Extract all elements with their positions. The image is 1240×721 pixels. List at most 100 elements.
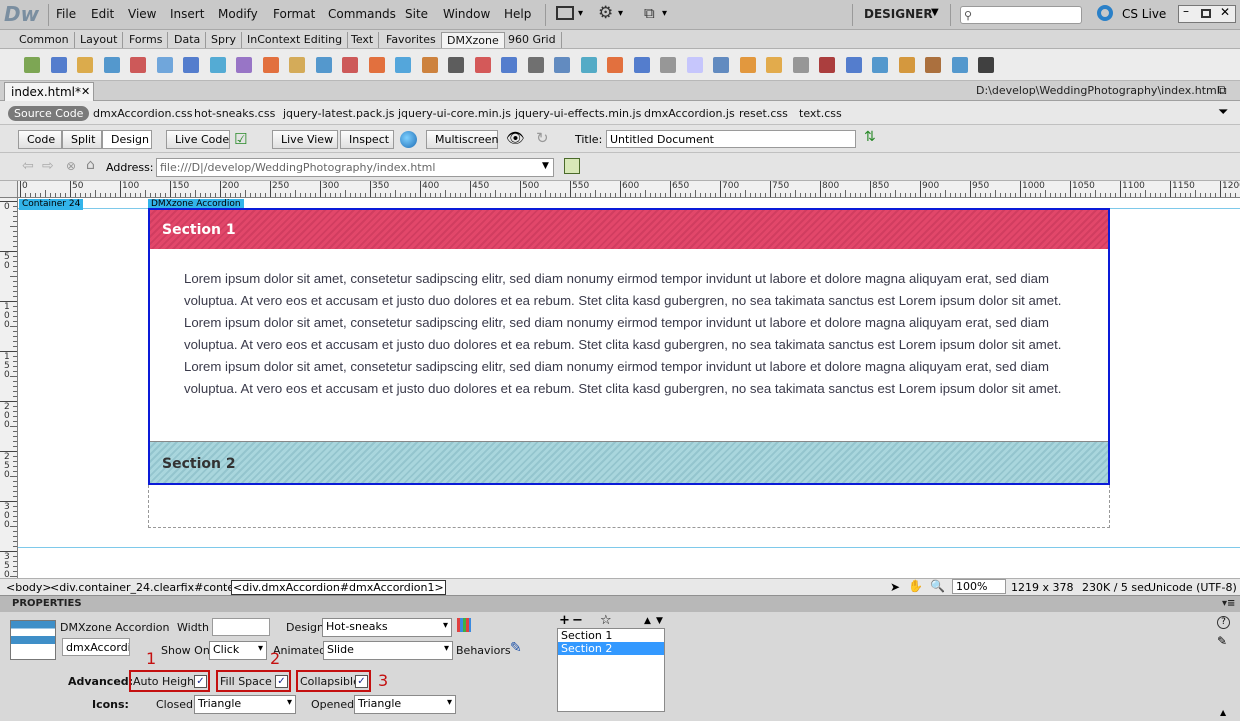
insert-object-icon[interactable] bbox=[315, 57, 332, 73]
menu-commands[interactable]: Commands bbox=[328, 7, 396, 21]
tab-common[interactable]: Common bbox=[14, 32, 75, 48]
move-down-button[interactable]: ▼ bbox=[656, 616, 663, 626]
home-icon[interactable]: ⌂ bbox=[86, 157, 95, 173]
tab-spry[interactable]: Spry bbox=[206, 32, 242, 48]
tab-960grid[interactable]: 960 Grid bbox=[503, 32, 562, 48]
insert-object-icon[interactable] bbox=[262, 57, 279, 73]
animated-select[interactable]: Slide bbox=[323, 641, 453, 660]
insert-object-icon[interactable] bbox=[24, 57, 40, 73]
tab-data[interactable]: Data bbox=[169, 32, 207, 48]
insert-object-icon[interactable] bbox=[421, 57, 438, 73]
menu-window[interactable]: Window bbox=[443, 7, 490, 21]
source-code-tab[interactable]: Source Code bbox=[8, 106, 90, 121]
collapse-icon[interactable]: ▲ bbox=[1220, 708, 1226, 717]
menu-file[interactable]: File bbox=[56, 7, 76, 21]
edit-icon[interactable]: ✎ bbox=[1217, 634, 1227, 648]
globe-icon[interactable] bbox=[400, 131, 417, 148]
close-icon[interactable]: ✕ bbox=[1220, 5, 1230, 19]
auto-height-checkbox[interactable]: ✓ bbox=[194, 675, 207, 688]
tag-accordion[interactable]: <div.dmxAccordion#dmxAccordion1> bbox=[231, 580, 446, 595]
maximize-icon[interactable] bbox=[1201, 9, 1211, 18]
insert-object-icon[interactable] bbox=[686, 57, 703, 73]
tab-forms[interactable]: Forms bbox=[124, 32, 169, 48]
menu-modify[interactable]: Modify bbox=[218, 7, 258, 21]
chevron-down-icon[interactable]: ▾ bbox=[662, 8, 667, 19]
tab-layout[interactable]: Layout bbox=[75, 32, 124, 48]
color-grid-icon[interactable] bbox=[457, 618, 471, 632]
tab-favorites[interactable]: Favorites bbox=[381, 32, 442, 48]
insert-object-icon[interactable] bbox=[103, 57, 120, 73]
tab-dmxzone[interactable]: DMXzone bbox=[441, 32, 505, 48]
insert-object-icon[interactable] bbox=[209, 57, 226, 73]
insert-object-icon[interactable] bbox=[156, 57, 173, 73]
document-tab[interactable]: index.html* ✕ bbox=[4, 82, 94, 101]
insert-object-icon[interactable] bbox=[395, 57, 411, 73]
insert-object-icon[interactable] bbox=[978, 57, 994, 73]
fill-space-checkbox[interactable]: ✓ bbox=[275, 675, 288, 688]
insert-object-icon[interactable] bbox=[527, 57, 544, 73]
insert-object-icon[interactable] bbox=[845, 57, 862, 73]
insert-object-icon[interactable] bbox=[554, 57, 570, 73]
check-page-icon[interactable]: ☑ bbox=[234, 130, 247, 148]
menu-format[interactable]: Format bbox=[273, 7, 315, 21]
insert-object-icon[interactable] bbox=[607, 57, 623, 73]
stop-icon[interactable]: ⊗ bbox=[66, 159, 76, 173]
inspect-button[interactable]: Inspect bbox=[340, 130, 394, 149]
move-up-button[interactable]: ▲ bbox=[644, 616, 651, 626]
insert-object-icon[interactable] bbox=[792, 57, 809, 73]
view-options-icon[interactable] bbox=[564, 158, 580, 174]
accordion-section-2-header[interactable]: Section 2 bbox=[150, 441, 1108, 483]
panel-menu-icon[interactable]: ▾≡ bbox=[1222, 598, 1235, 609]
related-file[interactable]: jquery-ui-core.min.js bbox=[398, 107, 511, 120]
menu-help[interactable]: Help bbox=[504, 7, 531, 21]
zoom-tool-icon[interactable]: 🔍 bbox=[930, 579, 945, 593]
multiscreen-button[interactable]: Multiscreen bbox=[426, 130, 498, 149]
insert-object-icon[interactable] bbox=[951, 57, 968, 73]
chevron-down-icon[interactable]: ▼ bbox=[931, 7, 939, 18]
zoom-select[interactable]: 100% bbox=[952, 579, 1006, 594]
minimize-icon[interactable]: – bbox=[1183, 4, 1189, 18]
select-tool-icon[interactable]: ➤ bbox=[890, 580, 900, 594]
insert-object-icon[interactable] bbox=[183, 57, 199, 73]
insert-object-icon[interactable] bbox=[342, 57, 358, 73]
site-icon[interactable]: ⧉ bbox=[644, 4, 655, 22]
cslive-label[interactable]: CS Live bbox=[1122, 7, 1166, 21]
design-view-button[interactable]: Design bbox=[102, 130, 152, 149]
insert-object-icon[interactable] bbox=[872, 57, 888, 73]
insert-object-icon[interactable] bbox=[289, 57, 305, 73]
behaviors-icon[interactable]: ✎ bbox=[510, 640, 522, 656]
related-file[interactable]: reset.css bbox=[739, 107, 788, 120]
ruler-corner[interactable] bbox=[0, 181, 18, 198]
menu-site[interactable]: Site bbox=[405, 7, 428, 21]
closed-icon-select[interactable]: Triangle bbox=[194, 695, 296, 714]
close-icon[interactable]: ✕ bbox=[81, 85, 90, 98]
address-input[interactable]: file:///D|/develop/WeddingPhotography/in… bbox=[156, 158, 554, 177]
back-icon[interactable]: ⇦ bbox=[22, 158, 34, 174]
related-file[interactable]: dmxAccordion.js bbox=[644, 107, 735, 120]
design-select[interactable]: Hot-sneaks bbox=[322, 618, 452, 637]
container-label[interactable]: Container 24 bbox=[19, 199, 84, 210]
window-size[interactable]: 1219 x 378 bbox=[1011, 581, 1074, 594]
tag-container[interactable]: <div.container_24.clearfix#content> bbox=[50, 581, 255, 594]
title-input[interactable]: Untitled Document bbox=[606, 130, 856, 148]
insert-object-icon[interactable] bbox=[925, 57, 941, 73]
forward-icon[interactable]: ⇨ bbox=[42, 158, 54, 174]
related-file[interactable]: jquery-latest.pack.js bbox=[283, 107, 394, 120]
insert-object-icon[interactable] bbox=[660, 57, 676, 73]
insert-object-icon[interactable] bbox=[819, 57, 835, 73]
insert-object-icon[interactable] bbox=[77, 57, 93, 73]
code-view-button[interactable]: Code bbox=[18, 130, 62, 149]
search-input[interactable]: ⚲ bbox=[960, 6, 1082, 24]
split-view-button[interactable]: Split bbox=[62, 130, 102, 149]
refresh-icon[interactable]: ↻ bbox=[536, 129, 549, 147]
show-on-select[interactable]: Click bbox=[209, 641, 267, 660]
tab-text[interactable]: Text bbox=[346, 32, 380, 48]
width-input[interactable] bbox=[212, 618, 270, 636]
related-file[interactable]: dmxAccordion.css bbox=[93, 107, 192, 120]
insert-object-icon[interactable] bbox=[236, 57, 252, 73]
insert-object-icon[interactable] bbox=[898, 57, 915, 73]
insert-object-icon[interactable] bbox=[580, 57, 597, 73]
chevron-down-icon[interactable]: ▼ bbox=[542, 161, 549, 171]
accordion-widget[interactable]: Section 1 Lorem ipsum dolor sit amet, co… bbox=[148, 208, 1110, 485]
insert-object-icon[interactable] bbox=[448, 57, 464, 73]
